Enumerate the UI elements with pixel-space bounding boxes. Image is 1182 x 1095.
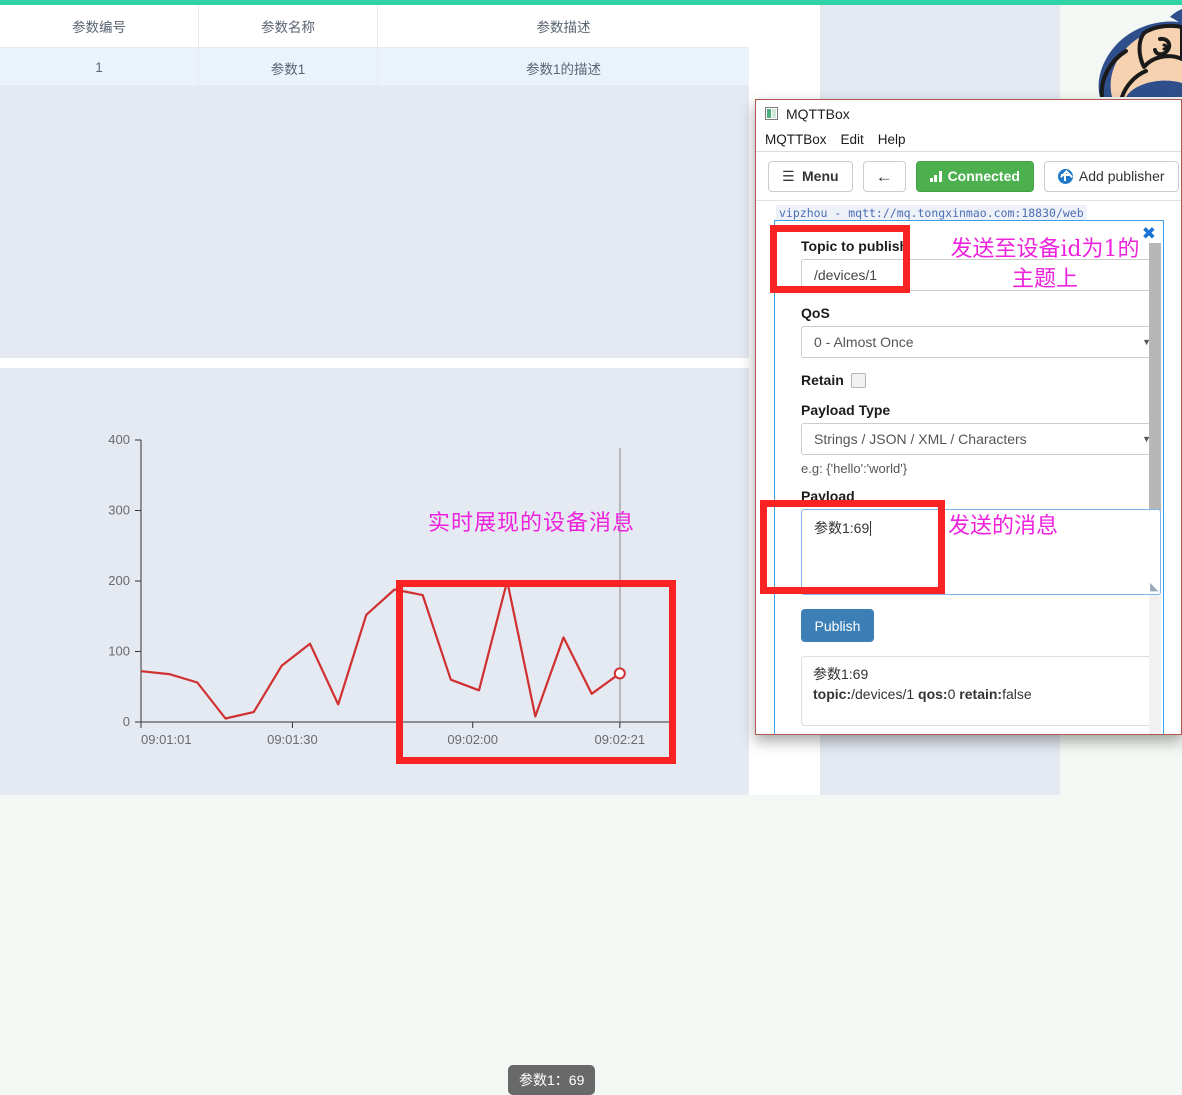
payload-type-label: Payload Type: [801, 402, 891, 418]
log-topic-value: /devices/1: [851, 686, 915, 703]
cell-param-desc: 参数1的描述: [377, 47, 749, 88]
menu-bar[interactable]: MQTTBox Edit Help: [756, 127, 1181, 152]
column-header-id: 参数编号: [0, 5, 199, 48]
signal-bars-icon: [929, 170, 942, 182]
window-title: MQTTBox: [786, 105, 850, 122]
window-titlebar: MQTTBox: [756, 100, 1181, 127]
chart-tooltip: 参数1：69: [508, 1065, 596, 1095]
connection-status-label: Connected: [947, 168, 1020, 184]
log-retain-key: retain:: [959, 686, 1003, 703]
qos-selected-value: 0 - Almost Once: [814, 334, 914, 350]
published-message-log: 参数1:69 topic:/devices/1 qos:0 retain:fal…: [801, 656, 1161, 726]
annotation-payload-note: 发送的消息: [948, 514, 1059, 539]
menu-item-help[interactable]: Help: [878, 132, 906, 147]
log-retain-value: false: [1002, 686, 1032, 703]
qos-select[interactable]: 0 - Almost Once ▼: [801, 326, 1161, 358]
retain-label: Retain: [801, 372, 844, 388]
svg-text:300: 300: [108, 503, 130, 518]
annotation-topic-note-line2: 主题上: [1011, 267, 1078, 293]
add-publisher-button[interactable]: Add publisher: [1043, 160, 1179, 192]
log-qos-key: qos:: [918, 686, 948, 703]
payload-type-selected-value: Strings / JSON / XML / Characters: [814, 431, 1027, 447]
publisher-panel[interactable]: ✖ Topic to publish /devices/1 QoS 0 - Al…: [774, 220, 1164, 734]
svg-text:09:01:30: 09:01:30: [267, 732, 318, 747]
svg-text:09:01:01: 09:01:01: [141, 732, 192, 747]
log-message-meta: topic:/devices/1 qos:0 retain:false: [813, 684, 1149, 704]
log-topic-key: topic:: [813, 686, 852, 703]
cell-param-name: 参数1: [198, 47, 378, 88]
annotation-chart-highlight-box: [396, 580, 676, 764]
table-row[interactable]: 1 参数1 参数1的描述: [0, 47, 749, 88]
menu-item-edit[interactable]: Edit: [841, 132, 864, 147]
panel-divider: [0, 358, 749, 368]
menu-item-mqttbox[interactable]: MQTTBox: [765, 132, 827, 147]
app-icon: [765, 107, 778, 120]
annotation-chart-note: 实时展现的设备消息: [428, 511, 636, 536]
hamburger-icon: ☰: [782, 167, 795, 184]
resize-grip-icon[interactable]: ◢: [1150, 580, 1158, 593]
menu-button-label: Menu: [802, 168, 839, 184]
retain-checkbox[interactable]: [850, 372, 866, 388]
annotation-topic-highlight-box: [770, 225, 910, 293]
connection-url: vipzhou - mqtt://mq.tongxinmao.com:18830…: [776, 205, 1087, 221]
cell-param-id: 1: [0, 47, 199, 88]
add-publisher-label: Add publisher: [1078, 168, 1165, 184]
log-qos-value: 0: [947, 686, 956, 703]
svg-text:0: 0: [123, 714, 130, 729]
content-panel-empty: [0, 85, 749, 358]
menu-button[interactable]: ☰ Menu: [768, 160, 853, 192]
add-circle-icon: [1057, 168, 1073, 184]
connection-status-button[interactable]: Connected: [915, 160, 1034, 192]
svg-text:100: 100: [108, 644, 130, 659]
publisher-form[interactable]: Topic to publish /devices/1 QoS 0 - Almo…: [775, 221, 1163, 726]
column-header-desc: 参数描述: [377, 5, 749, 48]
svg-text:400: 400: [108, 432, 130, 447]
annotation-payload-highlight-box: [760, 500, 945, 594]
column-header-name: 参数名称: [198, 5, 378, 48]
annotation-topic-note: 发送至设备id为1的 主题上: [925, 235, 1165, 296]
toolbar[interactable]: ☰ Menu ← Connected Add publisher: [756, 152, 1181, 201]
parameter-table: 参数编号 参数名称 参数描述 1 参数1 参数1的描述: [0, 5, 749, 88]
svg-text:200: 200: [108, 573, 130, 588]
mqttbox-window[interactable]: MQTTBox MQTTBox Edit Help ☰ Menu ← Conne…: [755, 99, 1182, 735]
log-message-body: 参数1:69: [813, 666, 869, 682]
retain-row[interactable]: Retain: [801, 372, 1139, 388]
cartoon-head-image: [1082, 5, 1182, 97]
publish-button[interactable]: Publish: [801, 609, 874, 642]
payload-type-select[interactable]: Strings / JSON / XML / Characters ▼: [801, 423, 1161, 455]
back-button[interactable]: ←: [862, 160, 906, 192]
table-header-row: 参数编号 参数名称 参数描述: [0, 5, 749, 48]
qos-label: QoS: [801, 305, 830, 321]
arrow-left-icon: ←: [875, 166, 893, 186]
annotation-topic-note-line1: 发送至设备id为1的: [950, 237, 1140, 262]
payload-type-hint: e.g: {'hello':'world'}: [801, 461, 908, 476]
